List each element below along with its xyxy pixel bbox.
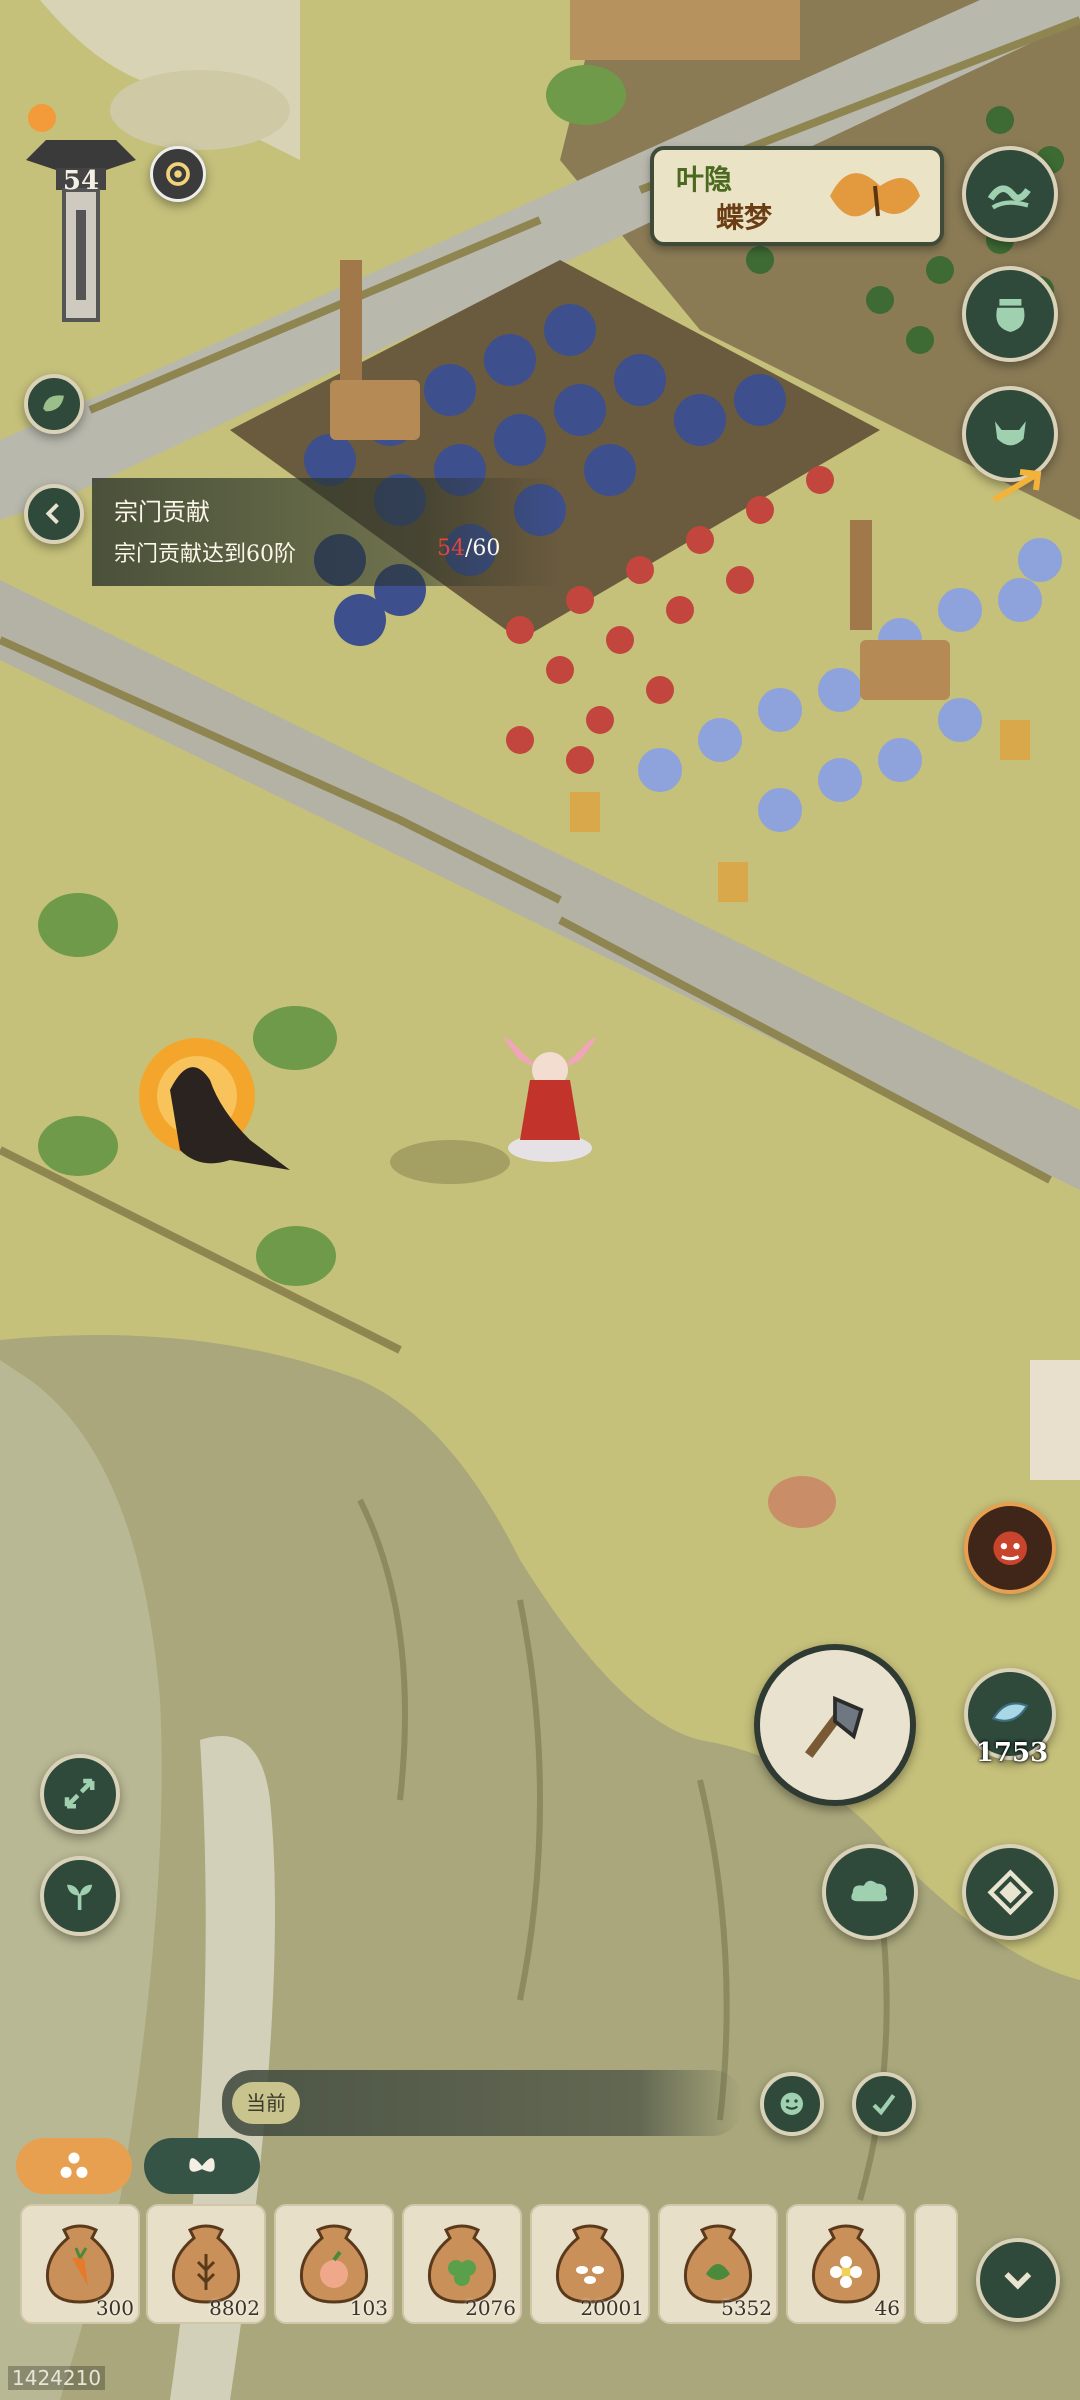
spirit-stone-icon: [991, 1702, 1029, 1722]
event-banner-line1: 叶隐: [676, 163, 733, 196]
seeds-icon: [60, 2152, 88, 2178]
item-count: 300: [95, 2296, 134, 2320]
item-count: 5352: [721, 2296, 772, 2320]
cloud-icon: [850, 1880, 887, 1901]
inventory-slot-1[interactable]: 300: [20, 2204, 140, 2324]
butterfly-tab-icon: [189, 2158, 215, 2172]
axe-icon: [805, 1695, 864, 1758]
rice-seed-bag-icon: [555, 2224, 625, 2304]
inventory-slot-partial[interactable]: [914, 2204, 958, 2324]
cloud-skill-button[interactable]: [822, 1844, 918, 1940]
wave-icon: [987, 185, 1031, 210]
chevron-left-icon: [46, 503, 60, 525]
tab-seeds[interactable]: [16, 2138, 132, 2194]
compass-icon: [166, 162, 190, 186]
event-banner[interactable]: 叶隐 蝶梦: [650, 146, 944, 246]
inventory-collapse-button[interactable]: [976, 2238, 1060, 2322]
notification-dot: [28, 104, 56, 132]
axe-action-button[interactable]: [754, 1644, 916, 1806]
flower-seed-bag-icon: [811, 2224, 881, 2304]
task-collapse-button[interactable]: [24, 484, 84, 544]
expand-button[interactable]: [40, 1754, 120, 1834]
butterfly-icon: [830, 173, 920, 217]
herb-seed-bag-icon: [683, 2224, 753, 2304]
plant-button[interactable]: [40, 1856, 120, 1936]
inventory-slot-3[interactable]: 103: [274, 2204, 394, 2324]
navigation-button[interactable]: [962, 1844, 1058, 1940]
chat-bar[interactable]: 当前: [222, 2070, 742, 2136]
sprout-icon: [67, 1885, 93, 1911]
carrot-seed-bag-icon: [45, 2224, 115, 2304]
clover-seed-bag-icon: [427, 2224, 497, 2304]
jar-icon: [995, 298, 1025, 332]
chat-channel-label[interactable]: 当前: [232, 2082, 300, 2124]
guide-arrow-icon: [990, 466, 1050, 506]
item-count: 2076: [465, 2296, 516, 2320]
emoji-button[interactable]: [760, 2072, 824, 2136]
quest-progress: 54/60: [437, 536, 500, 561]
boss-event-button[interactable]: [964, 1502, 1056, 1594]
leaf-button[interactable]: [24, 374, 84, 434]
inventory-slot-2[interactable]: 8802: [146, 2204, 266, 2324]
game-world-scene: [0, 0, 1080, 2400]
player-id-watermark: 1424210: [8, 2366, 106, 2390]
quest-tracker-panel[interactable]: 宗门贡献 宗门贡献达到60阶 54/60: [92, 478, 562, 586]
inventory-slot-6[interactable]: 5352: [658, 2204, 778, 2324]
currency-amount: 1753: [975, 1738, 1049, 1768]
seed-inventory: 300 8802 103 2076 20001 5352 46: [0, 2198, 1080, 2328]
inventory-slot-4[interactable]: 2076: [402, 2204, 522, 2324]
player-level-pillar[interactable]: 54: [26, 140, 136, 330]
inventory-slot-7[interactable]: 46: [786, 2204, 906, 2324]
inventory-slot-5[interactable]: 20001: [530, 2204, 650, 2324]
grain-seed-bag-icon: [171, 2224, 241, 2304]
demon-face-icon: [993, 1531, 1027, 1565]
item-count: 20001: [580, 2296, 644, 2320]
quest-title: 宗门贡献: [114, 498, 210, 526]
peach-seed-bag-icon: [299, 2224, 369, 2304]
horned-beast-icon: [994, 420, 1026, 445]
quick-message-button[interactable]: [852, 2072, 916, 2136]
player-level: 54: [62, 166, 100, 196]
leaf-icon: [43, 395, 65, 412]
quest-description: 宗门贡献达到60阶: [114, 542, 296, 567]
expand-arrows-icon: [65, 1779, 95, 1809]
item-count: 46: [874, 2296, 900, 2320]
item-count: 8802: [209, 2296, 260, 2320]
diamond-compass-icon: [987, 1869, 1033, 1915]
target-indicator-button[interactable]: [150, 146, 206, 202]
checkmark-pen-icon: [872, 2094, 896, 2116]
event-banner-line2: 蝶梦: [716, 201, 773, 234]
smile-icon: [780, 2092, 804, 2116]
quest-progress-current: 54: [437, 536, 465, 561]
wave-skill-button[interactable]: [962, 146, 1058, 242]
item-count: 103: [349, 2296, 388, 2320]
chevron-down-icon: [1004, 2272, 1032, 2290]
tab-butterfly[interactable]: [144, 2138, 260, 2194]
quest-progress-total: /60: [465, 536, 501, 561]
potion-button[interactable]: [962, 266, 1058, 362]
